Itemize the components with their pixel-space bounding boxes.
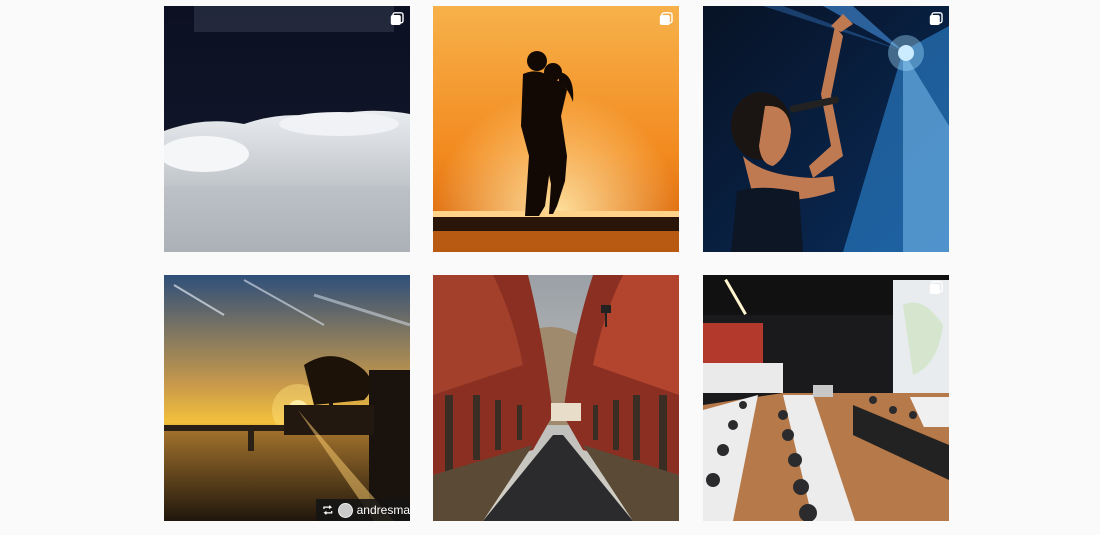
photo-tile-autumn-avenue[interactable] bbox=[433, 275, 679, 521]
multiple-images-icon bbox=[929, 12, 943, 25]
photo-grid: andresma bbox=[0, 0, 1100, 535]
multiple-images-icon bbox=[659, 12, 673, 25]
river-sunset-photo bbox=[164, 275, 410, 521]
repost-username: andresma bbox=[356, 503, 410, 517]
repost-icon bbox=[323, 505, 333, 515]
couple-sunset-photo bbox=[433, 6, 679, 252]
snow-photo bbox=[164, 6, 410, 252]
multiple-images-icon bbox=[390, 12, 404, 25]
photo-tile-couple-sunset[interactable] bbox=[433, 6, 679, 252]
multiple-images-icon bbox=[929, 281, 943, 294]
autumn-avenue-photo bbox=[433, 275, 679, 521]
avatar bbox=[337, 502, 353, 518]
photo-tile-river-sunset[interactable]: andresma bbox=[164, 275, 410, 521]
photo-tile-conference-hall[interactable] bbox=[703, 275, 949, 521]
repost-attribution[interactable]: andresma bbox=[316, 499, 410, 521]
singer-stage-photo bbox=[703, 6, 949, 252]
conference-hall-photo bbox=[703, 275, 949, 521]
photo-tile-snow[interactable] bbox=[164, 6, 410, 252]
photo-tile-singer-stage[interactable] bbox=[703, 6, 949, 252]
